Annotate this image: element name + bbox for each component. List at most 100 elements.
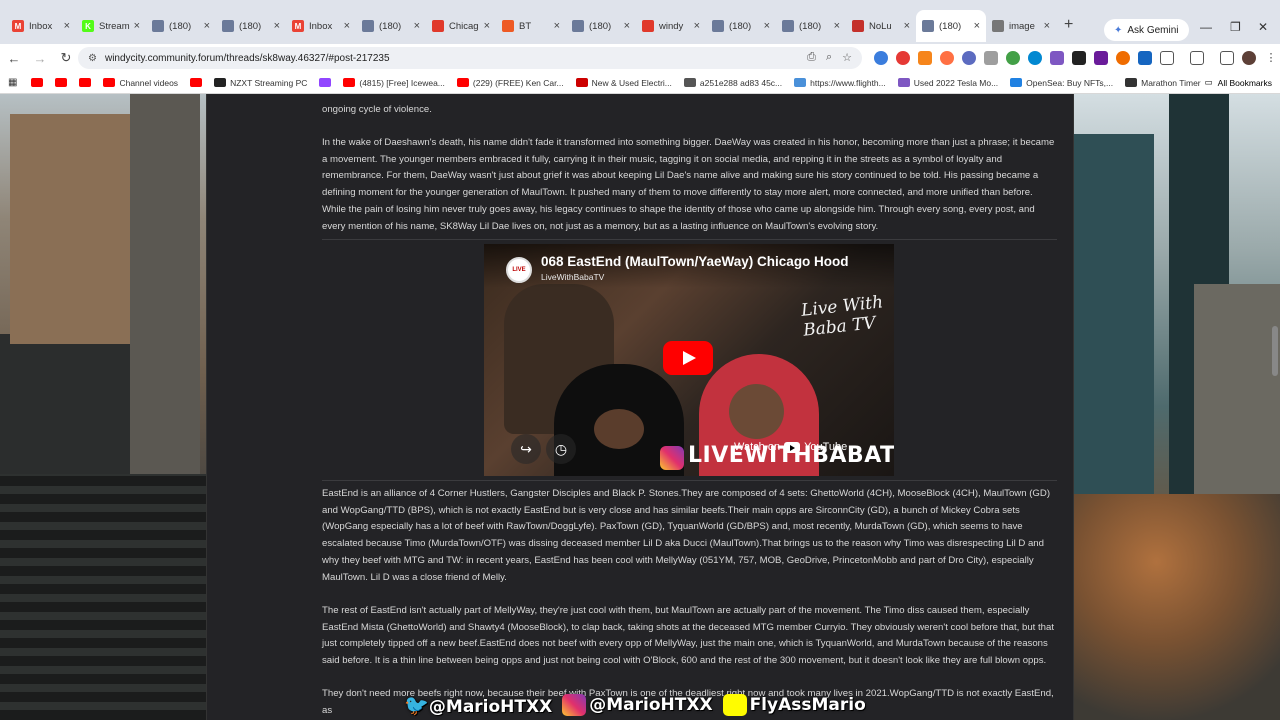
bookmark-favicon-icon [214,78,227,87]
puzzle-icon[interactable] [1160,51,1174,65]
play-button[interactable] [663,341,713,375]
extension-icon[interactable] [1050,51,1064,65]
bookmark-item[interactable] [190,78,203,87]
browser-tab[interactable]: (180) × [356,10,426,42]
extension-icon[interactable] [1138,51,1152,65]
bookmark-item[interactable]: Used 2022 Tesla Mo... [897,78,998,88]
page-scrollbar[interactable] [1270,94,1280,720]
bookmark-item[interactable]: Marathon Timer [1125,78,1201,88]
watch-on-youtube[interactable]: Watch on YouTube [734,441,847,453]
browser-tab[interactable]: M Inbox × [6,10,76,42]
browser-tab[interactable]: (180) × [706,10,776,42]
extension-icon[interactable] [940,51,954,65]
extension-icon[interactable] [1094,51,1108,65]
youtube-video-embed[interactable]: LIVE 068 EastEnd (MaulTown/YaeWay) Chica… [484,244,894,476]
tab-close-icon[interactable]: × [764,20,770,32]
extension-icon[interactable] [1116,51,1130,65]
tab-close-icon[interactable]: × [414,20,420,32]
reload-icon[interactable]: ↻ [54,50,78,66]
extension-icon[interactable] [984,51,998,65]
browser-tab[interactable]: M Inbox × [286,10,356,42]
browser-tab[interactable]: (180) × [216,10,286,42]
video-title[interactable]: 068 EastEnd (MaulTown/YaeWay) Chicago Ho… [541,254,849,269]
watch-later-icon[interactable]: ◷ [546,434,576,464]
tab-close-icon[interactable]: × [134,20,140,32]
zoom-icon[interactable]: ⌕ [826,51,832,64]
tab-close-icon[interactable]: × [64,20,70,32]
tab-close-icon[interactable]: × [974,20,980,32]
bookmark-item[interactable]: New & Used Electri... [575,78,672,88]
tab-favicon-icon [782,20,794,32]
extension-icon[interactable] [874,51,888,65]
close-window-button[interactable]: ✕ [1258,20,1268,34]
extension-icon[interactable] [896,51,910,65]
browser-tab[interactable]: (180) × [146,10,216,42]
address-bar[interactable]: ⚙ windycity.community.forum/threads/sk8w… [78,47,862,69]
tab-close-icon[interactable]: × [274,20,280,32]
extension-icon[interactable] [962,51,976,65]
bookmark-item[interactable]: Channel videos [103,78,178,88]
bookmark-favicon-icon [794,78,807,87]
bookmark-item[interactable] [79,78,92,87]
browser-tab[interactable]: (180) × [776,10,846,42]
browser-tab[interactable]: Chicag × [426,10,496,42]
share-icon[interactable]: ↪ [511,434,541,464]
tab-close-icon[interactable]: × [344,20,350,32]
bookmark-item[interactable]: (229) (FREE) Ken Car... [456,78,564,88]
avatar[interactable] [1242,51,1256,65]
bookmark-item[interactable] [31,78,44,87]
bookmark-item[interactable] [55,78,68,87]
bookmark-label: NZXT Streaming PC [230,77,308,88]
tab-close-icon[interactable]: × [904,20,910,32]
watch-on-label: Watch on [734,441,781,453]
ask-gemini-button[interactable]: ✦ Ask Gemini [1104,19,1189,41]
extension-icon[interactable] [1072,51,1086,65]
extension-icon[interactable] [1006,51,1020,65]
tab-close-icon[interactable]: × [624,20,630,32]
browser-tab[interactable]: NoLu × [846,10,916,42]
bookmark-star-icon[interactable]: ☆ [842,51,852,64]
snapchat-handle: FlyAssMario [749,695,866,715]
menu-icon[interactable]: ⋮ [1264,51,1278,65]
tab-close-icon[interactable]: × [484,20,490,32]
tab-close-icon[interactable]: × [694,20,700,32]
bookmark-item[interactable] [319,78,332,87]
tab-close-icon[interactable]: × [834,20,840,32]
city-background-left [0,94,206,720]
browser-tab[interactable]: K Stream × [76,10,146,42]
media-icon[interactable] [1220,51,1234,65]
bookmark-item[interactable]: a251e288 ad83 45c... [683,78,782,88]
scrollbar-thumb[interactable] [1272,326,1278,376]
maximize-button[interactable]: ❐ [1230,20,1241,34]
channel-avatar[interactable]: LIVE [506,257,532,283]
browser-tab[interactable]: (180) × [566,10,636,42]
extension-icon[interactable] [1028,51,1042,65]
forward-icon[interactable]: → [28,51,52,66]
bookmark-item[interactable]: OpenSea: Buy NFTs,... [1010,78,1113,88]
browser-tab[interactable]: BT × [496,10,566,42]
bookmark-item[interactable]: (4815) [Free] Icewea... [343,78,445,88]
bookmark-item[interactable]: NZXT Streaming PC [214,78,307,88]
browser-tab[interactable]: (180) × [916,10,986,42]
minimize-button[interactable]: — [1200,20,1212,34]
browser-tab[interactable]: windy × [636,10,706,42]
back-icon[interactable]: ← [2,51,26,66]
tab-close-icon[interactable]: × [554,20,560,32]
tab-strip: M Inbox × K Stream × (180) × (180) × M Inbox × (180) ×… [0,0,1280,44]
sidepanel-icon[interactable] [1190,51,1204,65]
video-channel[interactable]: LiveWithBabaTV [541,272,604,282]
metamask-icon[interactable] [918,51,932,65]
new-tab-button[interactable]: + [1064,16,1073,34]
site-info-icon[interactable]: ⚙ [88,53,97,64]
twitter-handle: @MarioHTXX [428,697,553,717]
install-icon[interactable]: ⎙ [807,51,816,64]
apps-icon[interactable]: ▦ [8,77,17,88]
tab-close-icon[interactable]: × [204,20,210,32]
tab-favicon-icon: K [82,20,94,32]
tab-close-icon[interactable]: × [1044,20,1050,32]
all-bookmarks[interactable]: ▭ All Bookmarks [1205,77,1272,88]
youtube-icon [784,441,801,453]
bookmark-item[interactable]: https://www.flighth... [794,78,886,88]
article-paragraph-1: In the wake of Daeshawn's death, his nam… [322,137,1055,232]
browser-tab[interactable]: image × [986,10,1056,42]
